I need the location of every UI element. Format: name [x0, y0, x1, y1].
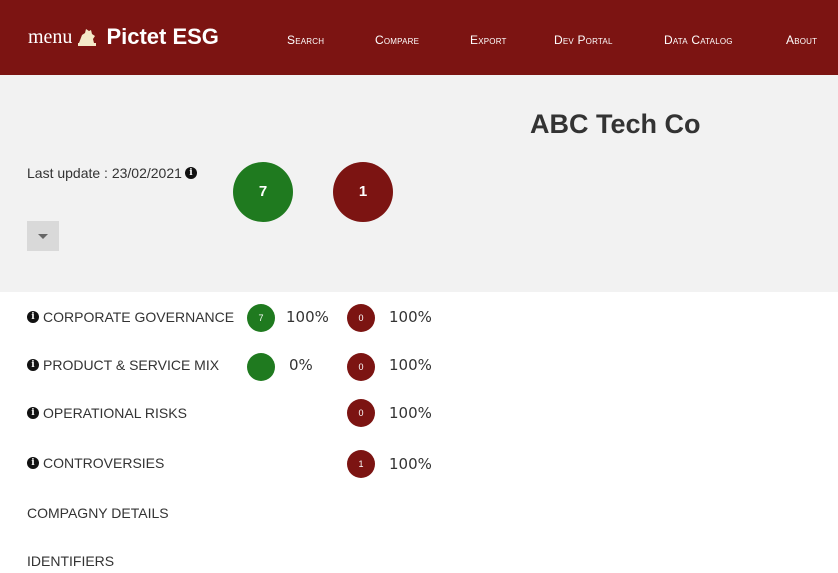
identifiers-link[interactable]: IDENTIFIERS — [27, 553, 114, 569]
top-navbar: menu Pictet ESG Search Compare Export De… — [0, 0, 838, 75]
red-count-badge: 0 — [347, 304, 375, 332]
section-label: OPERATIONAL RISKS — [43, 405, 187, 421]
red-count-badge: 0 — [347, 399, 375, 427]
last-update-text: Last update : 23/02/2021 — [27, 165, 182, 181]
red-percentage: 100% — [389, 356, 432, 374]
green-count-badge: 7 — [247, 304, 275, 332]
main-nav: Search Compare Export Dev Portal Data Ca… — [0, 33, 838, 47]
section-label: CORPORATE GOVERNANCE — [43, 309, 235, 325]
section-controversies[interactable]: i CONTROVERSIES — [27, 455, 164, 471]
caret-down-icon — [38, 234, 48, 239]
info-icon[interactable]: i — [184, 167, 197, 179]
nav-data-catalog[interactable]: Data Catalog — [664, 33, 733, 47]
nav-search[interactable]: Search — [287, 33, 324, 47]
nav-dev-portal[interactable]: Dev Portal — [554, 33, 613, 47]
section-corporate-governance[interactable]: i CORPORATE GOVERNANCE — [27, 309, 234, 325]
green-percentage: 0% — [289, 356, 313, 374]
negative-score-badge: 1 — [333, 162, 393, 222]
info-icon[interactable]: i — [27, 457, 39, 469]
nav-about[interactable]: About — [786, 33, 817, 47]
red-percentage: 100% — [389, 455, 432, 473]
green-percentage: 100% — [286, 308, 329, 326]
red-percentage: 100% — [389, 308, 432, 326]
nav-export[interactable]: Export — [470, 33, 507, 47]
info-icon[interactable]: i — [27, 407, 39, 419]
company-header-panel — [0, 75, 838, 292]
red-count-badge: 0 — [347, 353, 375, 381]
section-operational-risks[interactable]: i OPERATIONAL RISKS — [27, 405, 187, 421]
info-icon[interactable]: i — [27, 359, 39, 371]
company-details-link[interactable]: COMPAGNY DETAILS — [27, 505, 169, 521]
section-product-service-mix[interactable]: i PRODUCT & SERVICE MIX — [27, 357, 219, 373]
section-label: CONTROVERSIES — [43, 455, 165, 471]
green-count-badge — [247, 353, 275, 381]
positive-score-badge: 7 — [233, 162, 293, 222]
red-percentage: 100% — [389, 404, 432, 422]
nav-compare[interactable]: Compare — [375, 33, 419, 47]
red-count-badge: 1 — [347, 450, 375, 478]
info-icon[interactable]: i — [27, 311, 39, 323]
section-label: PRODUCT & SERVICE MIX — [43, 357, 220, 373]
last-update: Last update : 23/02/2021 i — [27, 165, 197, 181]
company-name: ABC Tech Co — [530, 109, 701, 139]
details-dropdown[interactable] — [27, 221, 59, 251]
